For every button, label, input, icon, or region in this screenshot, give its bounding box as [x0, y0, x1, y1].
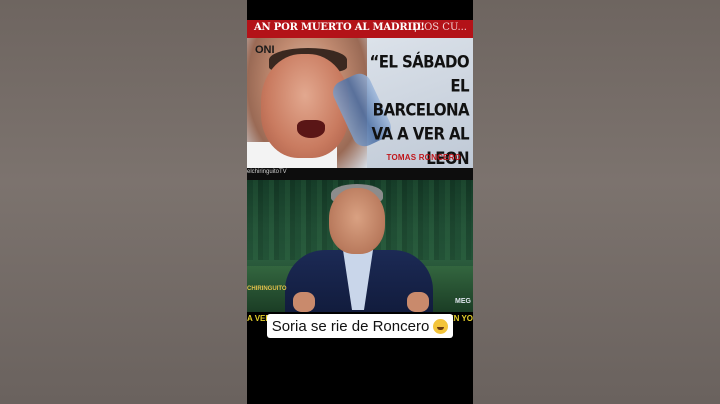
bottom-video-clip: CHIRINGUITO MEG — [247, 180, 473, 312]
headline-banner: AN POR MUERTO AL MADRID! ¡LOS CU... — [247, 20, 473, 38]
caption-text: Soria se rie de Roncero — [271, 317, 430, 335]
caption-box: Soria se rie de Roncero — [267, 314, 453, 338]
channel-logo: ONI — [255, 44, 275, 56]
host-head — [329, 188, 385, 254]
host-hand-left — [293, 292, 315, 312]
quote-author: TOMAS RONCERO — [386, 153, 461, 162]
headline-text: AN POR MUERTO AL MADRID! — [254, 22, 425, 33]
speaker-mouth — [297, 120, 325, 138]
host-hand-right — [407, 292, 429, 312]
middle-strip: elchiringuitoTV — [247, 168, 473, 180]
quote-text: “EL SÁBADO EL BARCELONA VA A VER AL LEON… — [369, 51, 469, 168]
laughing-emoji-icon — [433, 318, 449, 334]
blurred-background-left — [0, 0, 247, 404]
network-logo: MEG — [455, 298, 471, 305]
speaker-face — [261, 54, 349, 158]
show-logo: CHIRINGUITO — [247, 286, 287, 292]
social-handle: elchiringuitoTV — [247, 169, 287, 175]
headline-text-secondary: ¡LOS CU... — [413, 22, 467, 33]
blurred-background-right — [472, 0, 720, 404]
top-video-clip: AN POR MUERTO AL MADRID! ¡LOS CU... ONI … — [247, 20, 473, 168]
video-frame[interactable]: AN POR MUERTO AL MADRID! ¡LOS CU... ONI … — [247, 0, 473, 404]
